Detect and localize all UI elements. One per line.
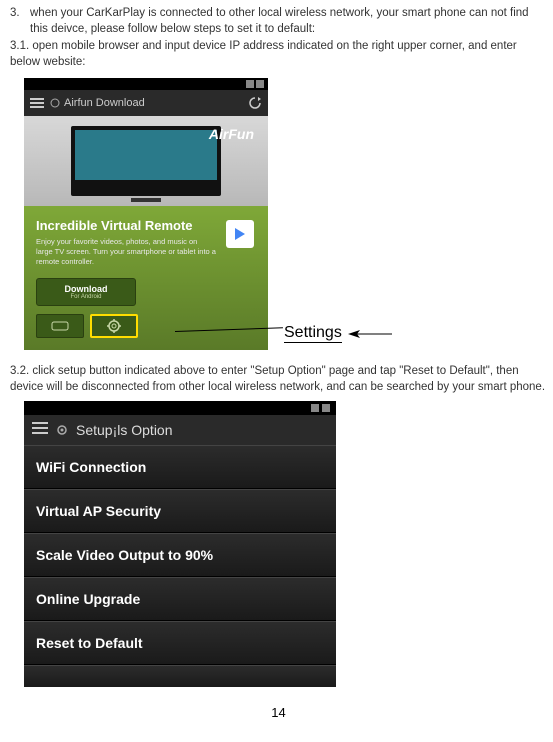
gear-icon [56,424,68,436]
signal-icon [246,80,254,88]
remote-tile[interactable] [36,314,84,338]
setup-option-ap-security[interactable]: Virtual AP Security [24,489,336,533]
status-bar-2 [24,401,336,415]
setup-option-cutoff[interactable] [24,665,336,687]
setup-option-reset-default[interactable]: Reset to Default [24,621,336,665]
download-label: Download [65,284,108,294]
hamburger-menu-icon[interactable] [32,421,48,440]
status-bar [24,78,268,90]
setup-page-title: Setup¡ls Option [76,422,173,438]
setup-option-scale-video[interactable]: Scale Video Output to 90% [24,533,336,577]
refresh-icon[interactable] [248,96,262,110]
airfun-logo: AirFun [209,126,254,142]
playstore-icon[interactable] [226,220,254,248]
settings-callout-label: Settings [284,324,342,343]
browser-address-bar: Airfun Download [24,90,268,116]
battery-icon [322,404,330,412]
screenshot-1-container: Airfun Download AirFun Incredible Virtua… [24,78,547,350]
instruction-3-text: when your CarKarPlay is connected to oth… [30,6,547,37]
instruction-31: 3.1. open mobile browser and input devic… [10,39,547,70]
setup-title-bar: Setup¡ls Option [24,415,336,445]
instruction-3-number: 3. [10,6,30,37]
page-number: 14 [10,705,547,720]
subtext: Enjoy your favorite videos, photos, and … [36,237,216,266]
settings-callout: Settings [284,324,392,343]
settings-tile[interactable] [90,314,138,338]
instruction-3: 3. when your CarKarPlay is connected to … [10,6,547,37]
globe-icon [50,98,60,108]
download-button[interactable]: Download For Android [36,278,136,306]
url-text: Airfun Download [64,97,145,109]
phone-screenshot-2: Setup¡ls Option WiFi Connection Virtual … [24,401,336,687]
phone-screenshot-1: Airfun Download AirFun Incredible Virtua… [24,78,268,350]
url-field[interactable]: Airfun Download [50,97,242,109]
hero-image: AirFun [24,116,268,206]
setup-option-online-upgrade[interactable]: Online Upgrade [24,577,336,621]
monitor-graphic [71,126,221,196]
instruction-32: 3.2. click setup button indicated above … [10,364,547,395]
arrow-icon [348,328,392,340]
remote-icon [50,320,70,332]
battery-icon [256,80,264,88]
signal-icon [311,404,319,412]
setup-option-wifi[interactable]: WiFi Connection [24,445,336,489]
bottom-tile-row [36,314,256,338]
hamburger-menu-icon[interactable] [30,97,44,109]
gear-icon [106,318,122,334]
download-sublabel: For Android [70,294,101,300]
headline-text: Incredible Virtual Remote [36,218,256,233]
